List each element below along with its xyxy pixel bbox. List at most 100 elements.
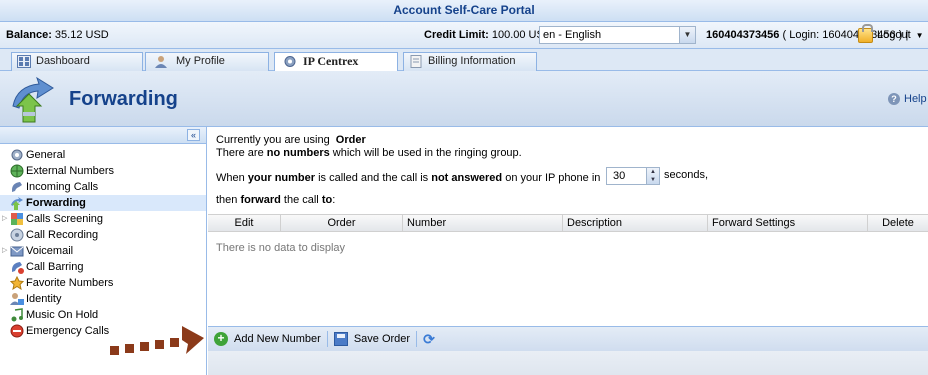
sidebar-header: « (0, 127, 206, 144)
tab-label: Billing Information (428, 55, 516, 67)
column-forward-settings[interactable]: Forward Settings (708, 215, 868, 232)
balance: Balance: 35.12 USD (6, 29, 109, 41)
grid-header: Edit Order Number Description Forward Se… (208, 214, 928, 232)
logout-label: Logout (877, 29, 911, 41)
seconds-label: seconds, (664, 169, 709, 181)
tab-billing-information[interactable]: Billing Information (403, 52, 537, 71)
sidebar-item-identity[interactable]: Identity (0, 291, 206, 307)
sidebar-item-label: Call Barring (26, 261, 84, 273)
credit-limit: Credit Limit: 100.00 USD (424, 29, 552, 41)
logout-button[interactable]: Logout ▼ (858, 23, 924, 44)
column-edit[interactable]: Edit (208, 215, 281, 232)
text: which will be used in the ringing group. (332, 147, 522, 159)
add-label: Add New Number (234, 333, 321, 345)
chevron-down-icon[interactable]: ▼ (679, 27, 695, 43)
sidebar-item-call-barring[interactable]: Call Barring (0, 259, 206, 275)
text: the call (283, 194, 319, 206)
globe-icon (10, 164, 24, 178)
text: : (332, 194, 336, 206)
tab-ip-centrex[interactable]: IP Centrex (274, 52, 398, 72)
help-button[interactable]: ? Help (888, 93, 927, 105)
text: is called and the call is (318, 172, 429, 184)
lock-icon (858, 23, 873, 43)
save-order-button[interactable]: Save Order (328, 329, 416, 349)
text-bold: not answered (431, 172, 503, 184)
spinner-icon[interactable]: ▲ ▼ (646, 168, 659, 184)
sidebar-menu: General External Numbers Incoming Calls … (0, 144, 206, 339)
sidebar-item-voicemail[interactable]: ▷ Voicemail (0, 243, 206, 259)
gear-icon (11, 149, 23, 161)
account-number: 160404373456 (706, 29, 780, 41)
sidebar-item-incoming-calls[interactable]: Incoming Calls (0, 179, 206, 195)
language-value: en - English (543, 29, 602, 41)
tab-bar: Dashboard My Profile IP Centrex Billing … (0, 49, 928, 72)
sidebar-item-general[interactable]: General (0, 147, 206, 163)
plus-icon: + (214, 332, 228, 346)
voicemail-icon (10, 246, 24, 257)
page-title: Forwarding (69, 88, 178, 110)
empty-grid-message: There is no data to display (216, 242, 346, 254)
annotation-arrow-icon (110, 326, 204, 355)
balance-value: 35.12 USD (54, 29, 109, 41)
expand-icon[interactable]: ▷ (2, 211, 7, 227)
profile-icon (155, 56, 167, 68)
help-icon: ? (888, 93, 900, 105)
sidebar-item-label: Favorite Numbers (26, 277, 114, 289)
sidebar-item-label: Music On Hold (26, 309, 99, 321)
sidebar-item-music-on-hold[interactable]: Music On Hold (0, 307, 206, 323)
sidebar-item-label: Voicemail (26, 245, 74, 257)
sidebar-item-label: Forwarding (26, 197, 86, 209)
credit-label: Credit Limit: (424, 29, 489, 41)
expand-icon[interactable]: ▷ (2, 243, 7, 259)
grid-toolbar: + Add New Number Save Order ⟳ (208, 326, 928, 351)
dashboard-icon (17, 55, 31, 68)
seconds-value: 30 (613, 170, 626, 182)
column-delete[interactable]: Delete (868, 215, 928, 232)
mode-prefix: Currently you are using (216, 134, 330, 146)
sidebar-item-call-recording[interactable]: Call Recording (0, 227, 206, 243)
column-description[interactable]: Description (563, 215, 708, 232)
text-bold: forward (240, 194, 281, 206)
tab-label: My Profile (176, 55, 225, 67)
sidebar-item-label: Incoming Calls (26, 181, 99, 193)
account-info-bar: Balance: 35.12 USD Credit Limit: 100.00 … (0, 22, 928, 49)
text-bold: to (321, 194, 333, 206)
seconds-stepper[interactable]: 30 ▲ ▼ (606, 167, 660, 185)
add-new-number-button[interactable]: + Add New Number (208, 329, 327, 349)
refresh-button[interactable]: ⟳ (417, 329, 441, 349)
numbers-line: There are no numbers which will be used … (216, 147, 522, 159)
mode-line: Currently you are using Order (216, 134, 366, 146)
identity-icon (10, 293, 24, 305)
column-number[interactable]: Number (403, 215, 563, 232)
chevron-down-icon: ▼ (915, 30, 924, 40)
forwarding-icon (12, 76, 54, 123)
text: When (216, 172, 245, 184)
sidebar-item-external-numbers[interactable]: External Numbers (0, 163, 206, 179)
save-icon (333, 332, 348, 346)
section-header: Forwarding ? Help (0, 71, 928, 127)
emergency-icon (10, 324, 24, 338)
tab-dashboard[interactable]: Dashboard (11, 52, 143, 71)
sidebar-item-label: Call Recording (26, 229, 99, 241)
sidebar-item-favorite-numbers[interactable]: Favorite Numbers (0, 275, 206, 291)
incoming-call-icon (12, 182, 22, 192)
tab-my-profile[interactable]: My Profile (145, 52, 269, 71)
text: There are (216, 147, 264, 159)
sidebar-item-calls-screening[interactable]: ▷ Calls Screening (0, 211, 206, 227)
panel-footer (208, 351, 928, 375)
balance-label: Balance: (6, 29, 52, 41)
sidebar-item-label: Emergency Calls (26, 325, 110, 337)
tab-label: Dashboard (36, 55, 90, 67)
language-select[interactable]: en - English ▼ (539, 26, 696, 44)
sidebar-item-forwarding[interactable]: Forwarding (0, 195, 206, 211)
text-bold: no numbers (266, 147, 330, 159)
save-label: Save Order (353, 333, 411, 345)
forwarding-icon (11, 197, 23, 210)
timeout-line: When your number is called and the call … (216, 172, 600, 184)
barring-icon (12, 262, 24, 274)
text-bold: your number (247, 172, 316, 184)
column-order[interactable]: Order (281, 215, 403, 232)
collapse-icon[interactable]: « (187, 129, 200, 141)
sidebar-item-label: Calls Screening (26, 213, 104, 225)
main-panel: Currently you are using Order There are … (208, 127, 928, 375)
